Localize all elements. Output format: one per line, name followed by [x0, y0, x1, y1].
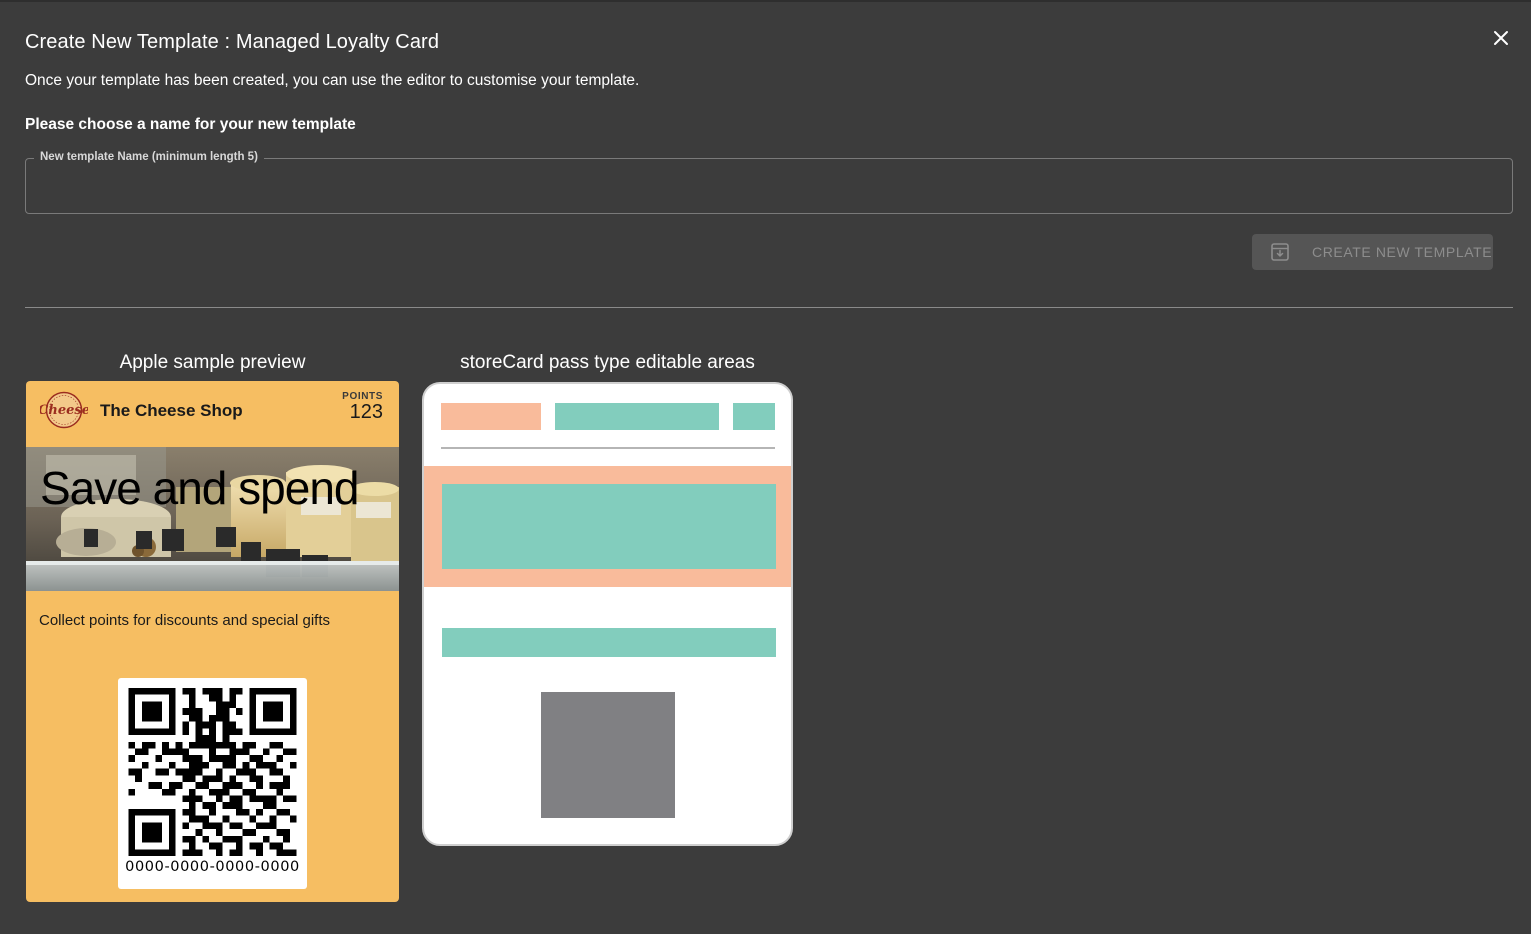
points-value: 123	[349, 401, 383, 423]
close-icon	[1494, 31, 1508, 45]
primary-field-area	[442, 484, 776, 569]
close-button[interactable]	[1487, 24, 1515, 52]
logo-text-area	[555, 403, 719, 430]
strip-text: Save and spend	[40, 462, 359, 514]
header-field-area	[733, 403, 775, 430]
shop-name: The Cheese Shop	[100, 401, 243, 420]
strip-image: Save and spend	[26, 447, 399, 591]
create-new-template-label: CREATE NEW TEMPLATE	[1312, 244, 1493, 260]
cheese-logo-icon: Cheese	[40, 391, 88, 429]
storecard-preview-heading: storeCard pass type editable areas	[460, 352, 755, 373]
apple-preview-heading: Apple sample preview	[119, 352, 306, 373]
loyalty-card-preview: Cheese The Cheese Shop POINTS 123 Save a…	[26, 381, 399, 902]
storecard-editable-areas	[422, 382, 793, 846]
secondary-field-area	[442, 628, 776, 657]
create-template-dialog: Create New Template : Managed Loyalty Ca…	[0, 0, 1531, 934]
dialog-subtitle: Once your template has been created, you…	[25, 72, 640, 89]
barcode-placeholder-area	[541, 692, 675, 818]
barcode-area: 0000-0000-0000-0000	[118, 678, 307, 889]
dialog-title: Create New Template : Managed Loyalty Ca…	[25, 31, 440, 53]
card-header: Cheese The Cheese Shop POINTS 123	[26, 381, 399, 447]
header-divider	[441, 447, 775, 449]
template-name-input[interactable]	[26, 159, 1512, 213]
qr-code-icon	[128, 688, 297, 856]
barcode-text: 0000-0000-0000-0000	[125, 859, 300, 875]
create-new-template-button[interactable]: CREATE NEW TEMPLATE	[1252, 234, 1493, 270]
card-description: Collect points for discounts and special…	[39, 612, 330, 629]
logo-text: Cheese	[40, 403, 88, 418]
section-divider	[25, 307, 1513, 308]
logo-area	[441, 403, 541, 430]
template-name-field: New template Name (minimum length 5)	[25, 151, 1513, 214]
name-section-label: Please choose a name for your new templa…	[25, 116, 356, 133]
save-template-icon	[1271, 243, 1289, 261]
